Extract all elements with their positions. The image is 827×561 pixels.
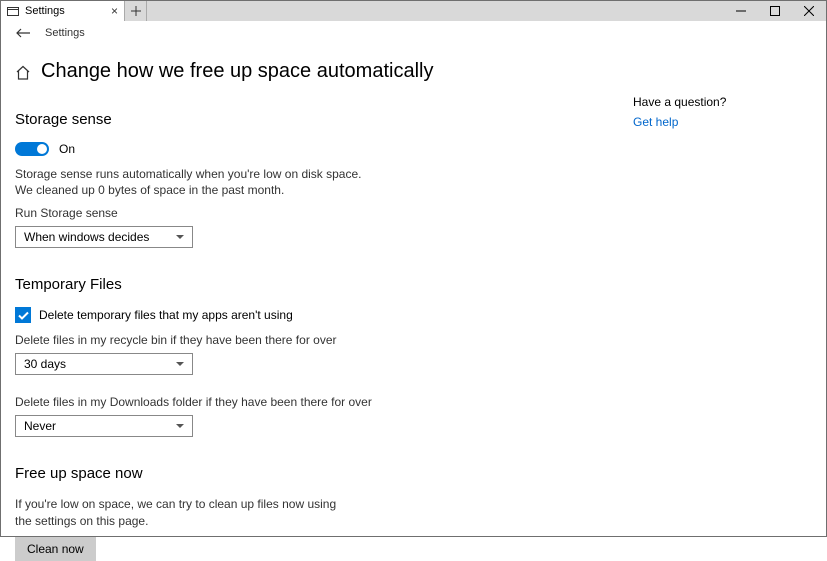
storage-sense-heading: Storage sense — [15, 111, 633, 128]
window-controls — [724, 1, 826, 21]
close-window-button[interactable] — [792, 1, 826, 21]
downloads-label: Delete files in my Downloads folder if t… — [15, 395, 633, 409]
page-title: Change how we free up space automaticall… — [41, 60, 433, 83]
free-up-space-description: If you're low on space, we can try to cl… — [15, 496, 345, 528]
downloads-value: Never — [24, 419, 56, 433]
storage-sense-toggle[interactable] — [15, 142, 49, 156]
aside-help: Have a question? Get help — [633, 60, 812, 561]
home-icon[interactable] — [15, 65, 31, 81]
section-free-up-space: Free up space now If you're low on space… — [15, 465, 633, 560]
downloads-dropdown[interactable]: Never — [15, 415, 193, 437]
run-storage-sense-dropdown[interactable]: When windows decides — [15, 226, 193, 248]
run-storage-sense-value: When windows decides — [24, 230, 149, 244]
delete-temp-files-checkbox[interactable] — [15, 307, 31, 323]
clean-now-button[interactable]: Clean now — [15, 537, 96, 561]
recycle-bin-dropdown[interactable]: 30 days — [15, 353, 193, 375]
run-storage-sense-label: Run Storage sense — [15, 206, 633, 220]
get-help-link[interactable]: Get help — [633, 115, 812, 129]
temporary-files-heading: Temporary Files — [15, 276, 633, 293]
window-titlebar: Settings × — [1, 1, 826, 21]
recycle-bin-label: Delete files in my recycle bin if they h… — [15, 333, 633, 347]
tab-label: Settings — [25, 5, 111, 17]
maximize-button[interactable] — [758, 1, 792, 21]
storage-sense-description: Storage sense runs automatically when yo… — [15, 166, 633, 198]
window-icon — [7, 7, 19, 16]
section-storage-sense: Storage sense On Storage sense runs auto… — [15, 111, 633, 248]
chevron-down-icon — [176, 424, 184, 428]
close-tab-icon[interactable]: × — [111, 4, 118, 18]
recycle-bin-value: 30 days — [24, 357, 66, 371]
delete-temp-files-checkbox-row[interactable]: Delete temporary files that my apps aren… — [15, 307, 633, 323]
section-temporary-files: Temporary Files Delete temporary files t… — [15, 276, 633, 437]
minimize-button[interactable] — [724, 1, 758, 21]
free-up-space-heading: Free up space now — [15, 465, 633, 482]
chevron-down-icon — [176, 362, 184, 366]
page-heading: Change how we free up space automaticall… — [15, 60, 633, 83]
storage-sense-toggle-label: On — [59, 142, 75, 156]
nav-row: Settings — [1, 21, 826, 44]
chevron-down-icon — [176, 235, 184, 239]
delete-temp-files-label: Delete temporary files that my apps aren… — [39, 308, 293, 322]
tab-settings[interactable]: Settings × — [1, 1, 125, 21]
new-tab-button[interactable] — [125, 1, 147, 21]
have-a-question-label: Have a question? — [633, 95, 812, 109]
nav-breadcrumb: Settings — [45, 27, 85, 39]
back-button[interactable] — [15, 28, 31, 38]
